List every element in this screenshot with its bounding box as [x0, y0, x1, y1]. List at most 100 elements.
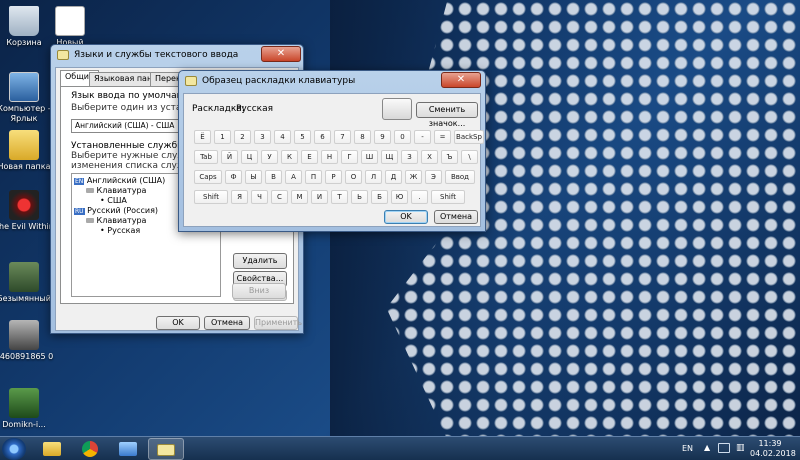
- key-3-8: Б: [371, 190, 388, 204]
- key-0-7: 7: [334, 130, 351, 144]
- key-0-1: 1: [214, 130, 231, 144]
- key-0-13: BackSp: [454, 130, 484, 144]
- services-group-label: Установленные службы: [71, 141, 185, 151]
- tree-node-en-layout[interactable]: • США: [100, 196, 127, 205]
- key-2-6: Р: [325, 170, 342, 184]
- key-3-11: Shift: [431, 190, 465, 204]
- key-2-10: Ж: [405, 170, 422, 184]
- key-2-3: В: [265, 170, 282, 184]
- title-bar: Образец раскладки клавиатуры: [179, 71, 485, 91]
- desktop-icon-computer-shortcut[interactable]: Компьютер - Ярлык: [0, 72, 54, 124]
- key-0-4: 4: [274, 130, 291, 144]
- clock-time: 11:39: [758, 439, 782, 448]
- desktop-icon-photo[interactable]: 1460891865 0: [0, 320, 54, 362]
- desktop-icon-label: Безымянный: [0, 294, 51, 303]
- chrome-icon: [82, 441, 98, 457]
- desktop-icon-new-folder[interactable]: Новая папка: [0, 130, 54, 172]
- lang-badge-ru: RU: [74, 208, 85, 215]
- window-title: Образец раскладки клавиатуры: [202, 76, 356, 86]
- flag-icon[interactable]: [718, 443, 730, 453]
- key-3-7: Ь: [351, 190, 368, 204]
- desktop-icon-new-file[interactable]: Новый: [40, 6, 100, 48]
- key-1-0: Tab: [194, 150, 218, 164]
- taskbar: EN ▲ ▥ 11:39 04.02.2018: [0, 436, 800, 460]
- cancel-button[interactable]: Отмена: [434, 210, 478, 224]
- key-3-2: Ч: [251, 190, 268, 204]
- key-0-11: -: [414, 130, 431, 144]
- key-1-8: Ш: [361, 150, 378, 164]
- key-0-0: Ё: [194, 130, 211, 144]
- ok-button[interactable]: OK: [384, 210, 428, 224]
- window-title: Языки и службы текстового ввода: [74, 50, 239, 60]
- key-3-0: Shift: [194, 190, 228, 204]
- desktop-icon-label: Корзина: [6, 38, 42, 47]
- key-1-6: Н: [321, 150, 338, 164]
- desktop-icon-domikn[interactable]: Domikn-i...: [0, 388, 54, 430]
- language-indicator[interactable]: EN: [682, 444, 693, 453]
- key-2-12: Ввод: [445, 170, 475, 184]
- key-1-12: Ъ: [441, 150, 458, 164]
- computer-icon: [9, 72, 39, 102]
- desktop-icon-label: Компьютер - Ярлык: [0, 104, 51, 123]
- tree-node-en-keyboard[interactable]: Клавиатура: [86, 186, 146, 195]
- key-2-9: Д: [385, 170, 402, 184]
- key-3-4: М: [291, 190, 308, 204]
- desktop-icon-label: 1460891865 0: [0, 352, 54, 361]
- key-0-2: 2: [234, 130, 251, 144]
- key-2-8: Л: [365, 170, 382, 184]
- taskbar-control-panel[interactable]: [110, 438, 146, 460]
- start-button[interactable]: [2, 438, 26, 460]
- recycle-bin-icon: [9, 6, 39, 36]
- tree-layout-label: Русская: [107, 226, 141, 235]
- delete-button[interactable]: Удалить: [233, 253, 287, 269]
- clock[interactable]: 11:39 04.02.2018: [750, 439, 796, 459]
- key-2-0: Caps: [194, 170, 222, 184]
- taskbar-text-services[interactable]: [148, 438, 184, 460]
- tree-node-ru-layout[interactable]: • Русская: [100, 226, 140, 235]
- tree-layout-label: США: [107, 196, 127, 205]
- move-down-button[interactable]: Вниз: [232, 283, 286, 299]
- taskbar-explorer[interactable]: [34, 438, 70, 460]
- close-button[interactable]: ✕: [261, 46, 301, 62]
- control-panel-icon: [119, 442, 137, 456]
- ok-button[interactable]: OK: [156, 316, 200, 330]
- tree-node-english[interactable]: EN Английский (США): [74, 176, 165, 185]
- game-icon: [9, 190, 39, 220]
- close-button[interactable]: ✕: [441, 72, 481, 88]
- desktop-icon-label: Новая папка: [0, 162, 51, 171]
- clock-date: 04.02.2018: [750, 449, 796, 458]
- key-3-10: .: [411, 190, 428, 204]
- key-1-10: З: [401, 150, 418, 164]
- tree-kb-label: Клавиатура: [96, 216, 147, 225]
- tree-node-russian[interactable]: RU Русский (Россия): [74, 206, 158, 215]
- keyboard-keys: Ё 1 2 3 4 5 6 7 8 9 0- = BackSp Tab Й Ц У К Е Н Г Ш Щ З Х Ъ \ Caps Ф…: [184, 94, 484, 228]
- network-icon[interactable]: ▥: [736, 443, 745, 453]
- key-1-11: Х: [421, 150, 438, 164]
- dialog-body: Раскладка: Русская Сменить значок... Ё12…: [183, 93, 484, 228]
- key-2-5: П: [305, 170, 322, 184]
- key-1-4: К: [281, 150, 298, 164]
- key-1-3: У: [261, 150, 278, 164]
- key-0-10: 0: [394, 130, 411, 144]
- key-0-3: 3: [254, 130, 271, 144]
- key-1-9: Щ: [381, 150, 398, 164]
- apply-button[interactable]: Применить: [254, 316, 302, 330]
- cancel-button[interactable]: Отмена: [204, 316, 250, 330]
- key-0-6: 6: [314, 130, 331, 144]
- key-3-9: Ю: [391, 190, 408, 204]
- key-0-9: 9: [374, 130, 391, 144]
- key-2-1: Ф: [225, 170, 242, 184]
- key-2-11: Э: [425, 170, 442, 184]
- key-3-1: Я: [231, 190, 248, 204]
- folder-icon: [9, 130, 39, 160]
- desktop-icon-label: The Evil Within: [0, 222, 54, 231]
- taskbar-chrome[interactable]: [72, 438, 108, 460]
- desktop-icon-the-evil-within[interactable]: The Evil Within: [0, 190, 54, 232]
- default-lang-select[interactable]: Английский (США) - США: [71, 119, 187, 133]
- keyboard-app-icon: [57, 50, 69, 60]
- tray-arrow-icon[interactable]: ▲: [704, 443, 710, 452]
- keyboard-app-icon: [185, 76, 197, 86]
- desktop-icon-untitled[interactable]: Безымянный: [0, 262, 54, 304]
- tree-node-ru-keyboard[interactable]: Клавиатура: [86, 216, 146, 225]
- key-1-1: Й: [221, 150, 238, 164]
